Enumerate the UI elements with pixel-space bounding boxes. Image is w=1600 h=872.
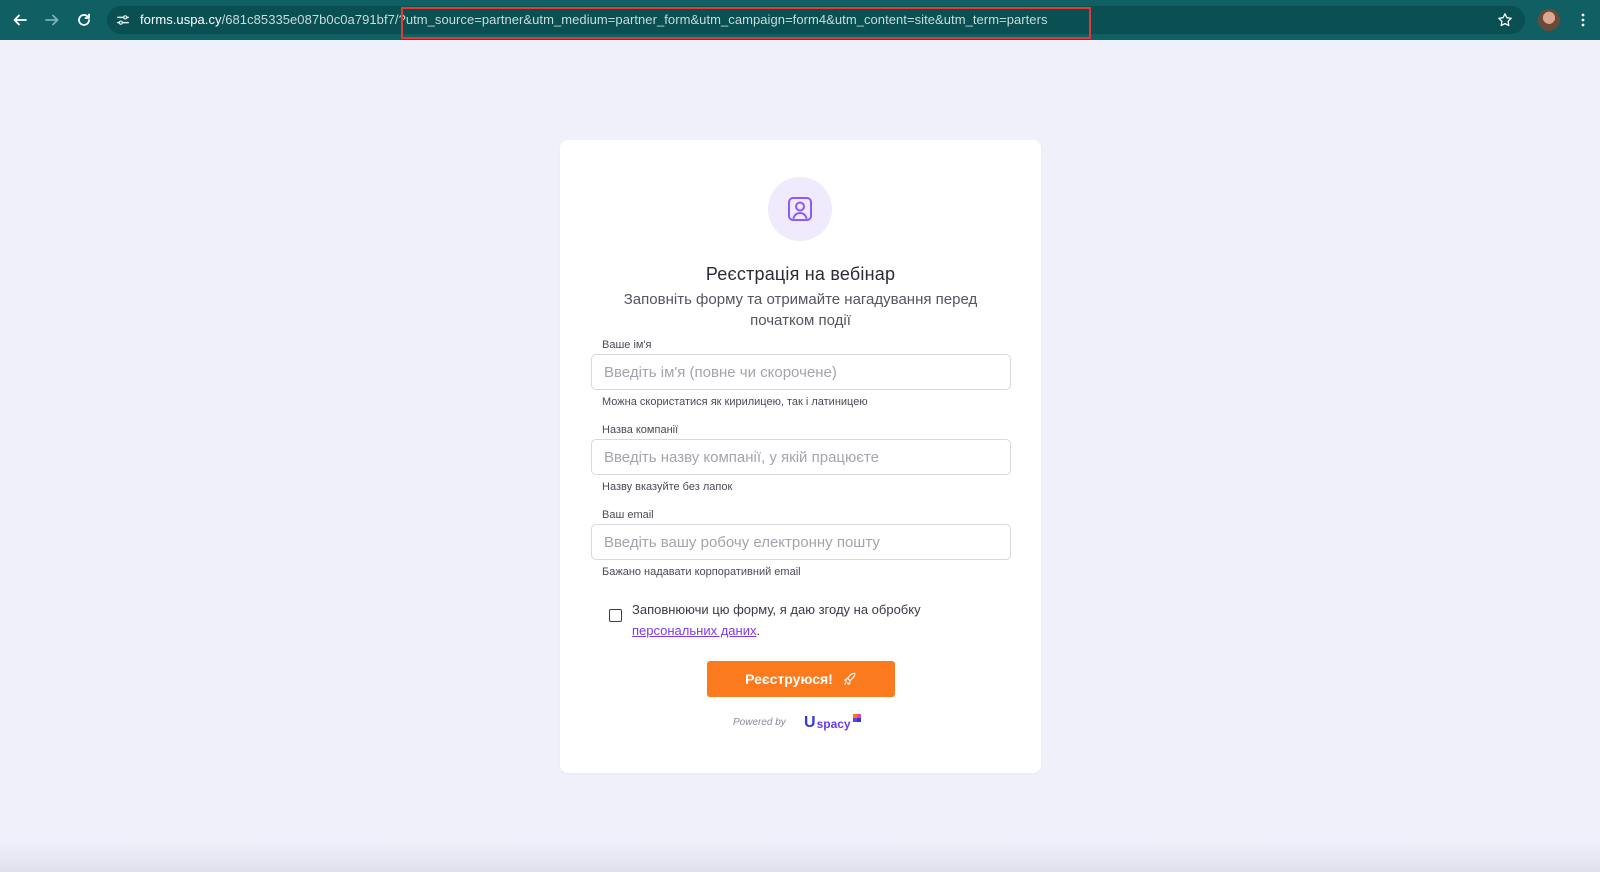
back-button[interactable] — [4, 4, 36, 36]
browser-toolbar: forms.uspa.cy/681c85335e087b0c0a791bf7/?… — [0, 0, 1600, 40]
logo-mark-icon — [852, 714, 861, 722]
user-profile-icon — [788, 197, 812, 221]
consent-text: Заповнюючи цю форму, я даю згоду на обро… — [632, 599, 992, 641]
browser-menu-button[interactable] — [1570, 4, 1596, 36]
rocket-icon — [844, 672, 856, 685]
form-subtitle: Заповніть форму та отримайте нагадування… — [623, 291, 978, 329]
site-settings-icon — [117, 15, 129, 25]
email-label: Ваш email — [602, 509, 654, 521]
form-icon-badge — [768, 177, 832, 241]
forward-button[interactable] — [36, 4, 68, 36]
name-hint: Можна скористатися як кирилицею, так і л… — [602, 396, 868, 408]
reload-button[interactable] — [68, 4, 100, 36]
register-button-label: Реєструюся! — [745, 671, 833, 687]
star-icon — [1498, 13, 1512, 27]
logo-letter-icon: U — [804, 714, 816, 731]
logo-text: spacy — [816, 717, 851, 731]
page-bottom-shadow — [0, 840, 1600, 872]
consent-suffix: . — [756, 623, 761, 638]
name-label: Ваше ім'я — [602, 339, 652, 351]
company-label: Назва компанії — [602, 424, 679, 436]
consent-checkbox[interactable] — [609, 609, 622, 622]
uspacy-logo[interactable]: U spacy — [804, 713, 861, 731]
profile-avatar[interactable] — [1538, 9, 1560, 31]
name-input[interactable] — [591, 354, 1011, 390]
kebab-menu-icon — [1581, 13, 1585, 27]
url-text[interactable]: forms.uspa.cy/681c85335e087b0c0a791bf7/?… — [140, 12, 1048, 27]
url-path: /681c85335e087b0c0a791bf7/ — [221, 12, 399, 27]
form-title: Реєстрація на вебінар — [705, 264, 896, 284]
email-input[interactable] — [591, 524, 1011, 560]
reload-icon — [78, 13, 90, 26]
back-arrow-icon — [13, 14, 27, 26]
company-hint: Назву вказуйте без лапок — [602, 481, 733, 493]
url-query: ?utm_source=partner&utm_medium=partner_f… — [398, 12, 1048, 27]
email-hint: Бажано надавати корпоративний email — [602, 566, 801, 578]
bookmark-button[interactable] — [1489, 4, 1521, 36]
powered-by-text: Powered by — [733, 717, 786, 728]
register-button[interactable]: Реєструюся! — [707, 661, 895, 697]
site-info-button[interactable] — [113, 10, 133, 30]
company-input[interactable] — [591, 439, 1011, 475]
address-bar[interactable]: forms.uspa.cy/681c85335e087b0c0a791bf7/?… — [107, 6, 1525, 34]
consent-label: Заповнюючи цю форму, я даю згоду на обро… — [632, 602, 921, 617]
personal-data-link[interactable]: персональних даних — [632, 623, 756, 638]
registration-card: Реєстрація на вебінар Заповніть форму та… — [560, 140, 1041, 773]
forward-arrow-icon — [45, 14, 59, 26]
url-host: forms.uspa.cy — [140, 12, 222, 27]
